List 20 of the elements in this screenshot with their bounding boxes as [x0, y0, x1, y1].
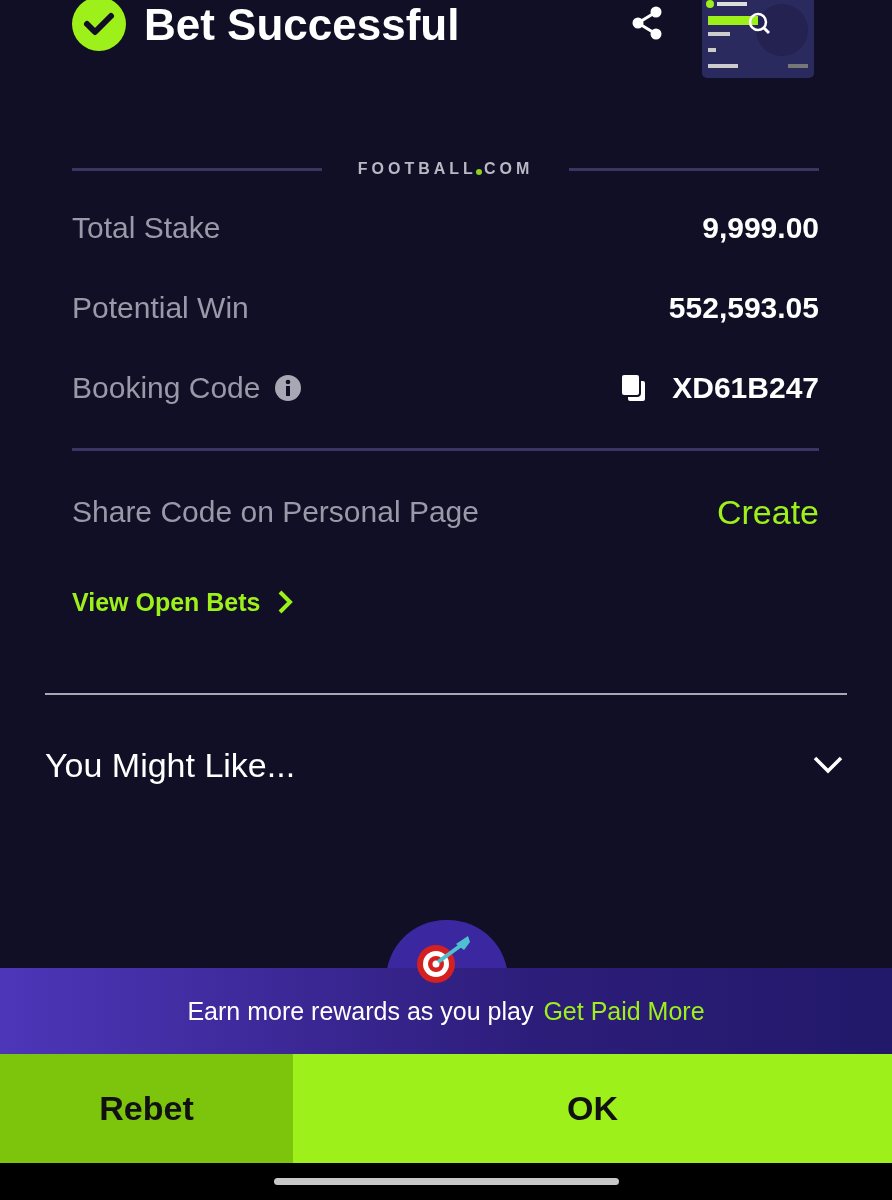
chevron-icon[interactable] [812, 755, 844, 775]
football-logo: FOOTBALL COM [357, 160, 534, 178]
share-label: Share Code on Personal Page [72, 495, 479, 529]
view-open-bets-link[interactable]: View Open Bets [72, 577, 293, 627]
booking-code: XD61B247 [672, 371, 819, 405]
rebet-button[interactable]: Rebet [0, 1054, 293, 1163]
create-link[interactable]: Create [716, 492, 819, 532]
summary-label: Total Stake [72, 211, 221, 245]
summary-label: Potential Win [72, 291, 249, 325]
ok-button[interactable]: OK [293, 1054, 892, 1163]
section-title[interactable]: You Might Like... [45, 745, 296, 785]
summary-label: Booking Code [72, 371, 261, 405]
rewards-text: Earn more rewards as you play [187, 996, 534, 1026]
info-icon[interactable] [274, 374, 303, 402]
summary-value: 552,593.05 [668, 291, 819, 325]
summary-value: 9,999.00 [702, 211, 819, 245]
page-title: Bet Successful [144, 0, 460, 50]
share-icon[interactable] [632, 6, 662, 40]
chevron-right-icon[interactable] [276, 589, 293, 615]
get-paid-more-link[interactable]: Get Paid More [543, 996, 705, 1026]
